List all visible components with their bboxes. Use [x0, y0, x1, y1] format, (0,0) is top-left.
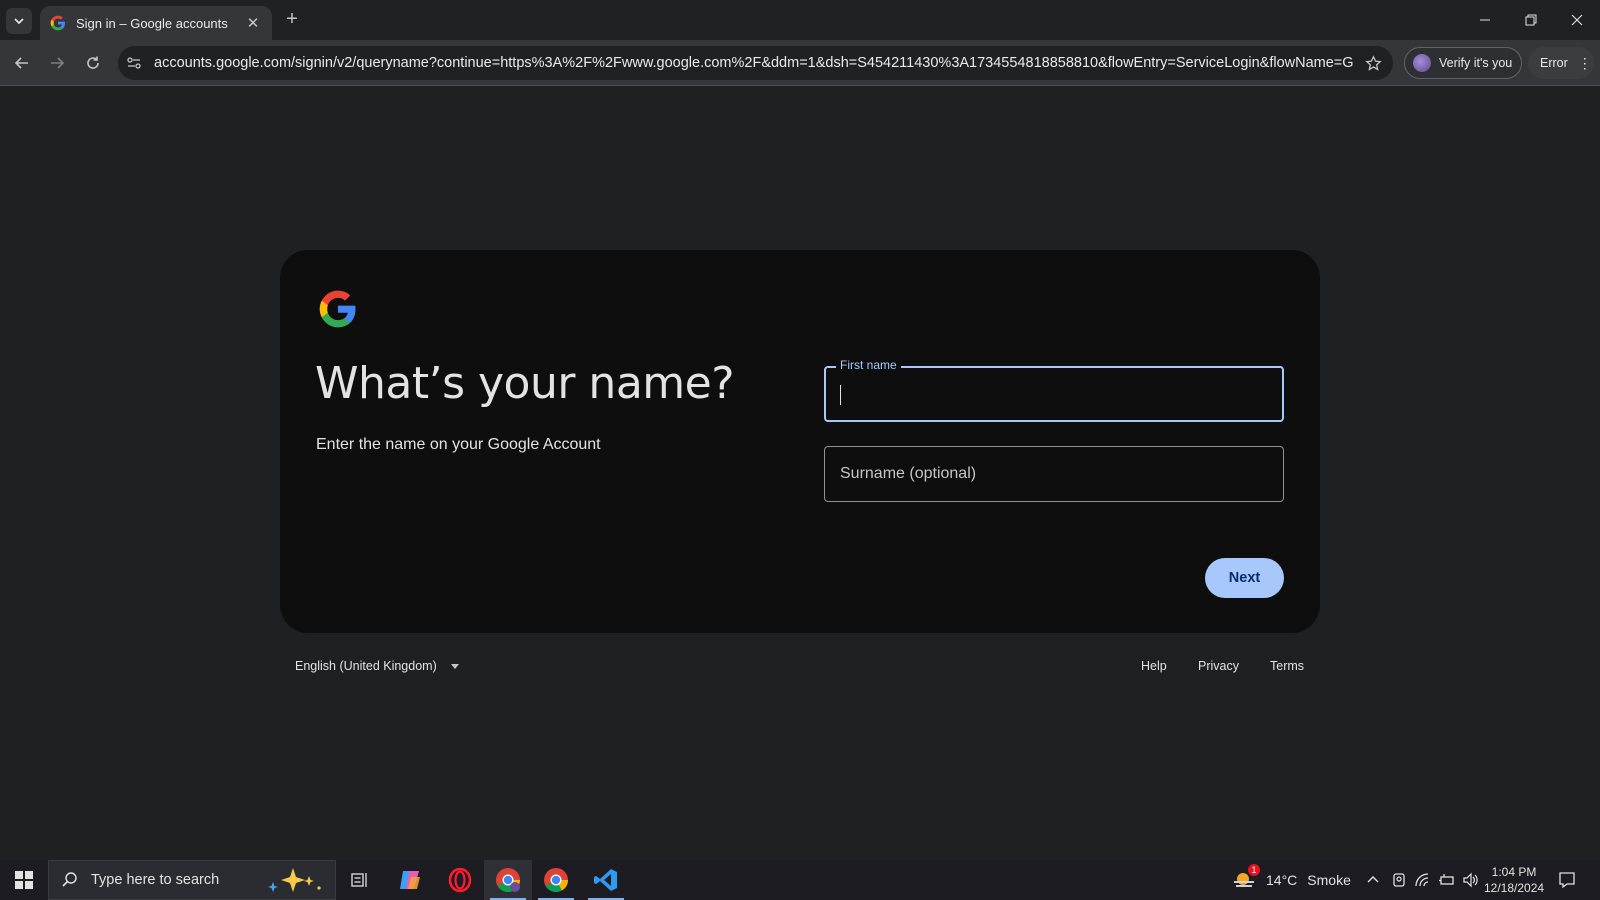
page-title: What’s your name? [315, 358, 735, 409]
chevron-down-icon [14, 18, 24, 25]
camera-icon [1393, 873, 1405, 887]
chrome-profile-app[interactable] [484, 860, 532, 900]
site-info-icon[interactable] [118, 46, 150, 80]
chrome-app[interactable] [532, 860, 580, 900]
browser-toolbar: accounts.google.com/signin/v2/queryname?… [0, 40, 1600, 86]
opera-app[interactable] [436, 860, 484, 900]
tray-overflow-button[interactable] [1366, 860, 1380, 900]
tab-active[interactable]: Sign in – Google accounts ✕ [40, 6, 272, 40]
power-button[interactable] [1438, 860, 1456, 900]
tab-close-icon[interactable]: ✕ [244, 14, 262, 32]
verify-profile-button[interactable]: Verify it's you [1404, 47, 1522, 79]
google-logo-icon [319, 290, 356, 328]
minimize-icon [1480, 19, 1490, 21]
forward-button[interactable] [45, 51, 69, 75]
help-link[interactable]: Help [1141, 659, 1167, 673]
avatar [1413, 54, 1431, 72]
next-button[interactable]: Next [1205, 558, 1284, 598]
weather-desc: Smoke [1307, 872, 1351, 888]
taskbar-search[interactable]: Type here to search [48, 860, 336, 900]
chrome-icon [544, 868, 568, 893]
close-window-button[interactable] [1554, 0, 1600, 40]
taskbar: Type here to search 1 14°C Smoke 1:04 PM… [0, 860, 1600, 900]
forward-arrow-icon [51, 57, 65, 69]
task-view-icon [351, 873, 367, 887]
minimize-button[interactable] [1462, 0, 1508, 40]
weather-temp: 14°C [1266, 872, 1298, 888]
language-selector[interactable]: English (United Kingdom) [295, 659, 459, 673]
page-subtitle: Enter the name on your Google Account [316, 436, 601, 453]
first-name-field[interactable]: First name [824, 358, 1284, 422]
google-favicon-icon [50, 15, 65, 31]
clock-date: 12/18/2024 [1484, 881, 1545, 895]
dropdown-arrow-icon [450, 663, 459, 669]
copilot-app[interactable] [386, 860, 434, 900]
reload-button[interactable] [81, 51, 105, 75]
surname-field[interactable]: Surname (optional) [824, 446, 1284, 502]
clock-time: 1:04 PM [1491, 865, 1537, 879]
restore-button[interactable] [1508, 0, 1554, 40]
search-placeholder: Type here to search [91, 872, 220, 888]
vscode-icon [594, 869, 617, 891]
start-button[interactable] [0, 860, 48, 900]
search-icon [62, 872, 77, 887]
kebab-menu-icon: ⋮ [1577, 54, 1592, 71]
volume-button[interactable] [1462, 860, 1478, 900]
weather-widget[interactable]: 1 14°C Smoke [1232, 860, 1351, 900]
language-label: English (United Kingdom) [295, 659, 437, 673]
bookmark-star-icon[interactable] [1353, 54, 1393, 72]
tab-search-button[interactable] [6, 8, 32, 34]
windows-logo-icon [15, 871, 33, 889]
tab-strip: Sign in – Google accounts ✕ + [0, 0, 1600, 40]
sparkle-icon [268, 868, 321, 892]
address-bar[interactable]: accounts.google.com/signin/v2/queryname?… [118, 46, 1393, 80]
weather-alert-badge: 1 [1248, 864, 1260, 876]
text-caret [840, 385, 841, 405]
wifi-icon [1415, 873, 1429, 887]
terms-link[interactable]: Terms [1270, 659, 1304, 673]
system-clock[interactable]: 1:04 PM 12/18/2024 [1484, 864, 1544, 896]
notifications-button[interactable] [1558, 860, 1576, 900]
first-name-label: First name [836, 358, 901, 372]
page-footer: English (United Kingdom) Help Privacy Te… [280, 655, 1320, 679]
error-label: Error [1540, 56, 1568, 70]
reload-icon [87, 56, 99, 69]
notification-icon [1559, 872, 1575, 889]
network-button[interactable] [1414, 860, 1430, 900]
new-tab-button[interactable]: + [282, 9, 302, 29]
vscode-app[interactable] [582, 860, 630, 900]
meet-now-button[interactable] [1392, 860, 1406, 900]
close-icon [1571, 14, 1583, 26]
speaker-icon [1463, 872, 1478, 888]
task-view-button[interactable] [336, 860, 384, 900]
surname-placeholder: Surname (optional) [840, 465, 977, 482]
plug-icon [1439, 874, 1454, 885]
restore-icon [1525, 14, 1537, 26]
chevron-up-icon [1367, 876, 1379, 883]
tab-title: Sign in – Google accounts [76, 15, 228, 31]
error-menu-button[interactable]: Error ⋮ [1528, 47, 1594, 79]
copilot-icon [400, 871, 420, 889]
privacy-link[interactable]: Privacy [1198, 659, 1239, 673]
back-arrow-icon [14, 57, 28, 69]
weather-icon: 1 [1232, 864, 1260, 893]
signin-card: What’s your name? Enter the name on your… [280, 250, 1320, 633]
verify-label: Verify it's you [1439, 56, 1513, 70]
chrome-icon [496, 868, 520, 893]
url-text[interactable]: accounts.google.com/signin/v2/queryname?… [150, 55, 1353, 71]
back-button[interactable] [10, 51, 34, 75]
opera-icon [448, 868, 472, 892]
